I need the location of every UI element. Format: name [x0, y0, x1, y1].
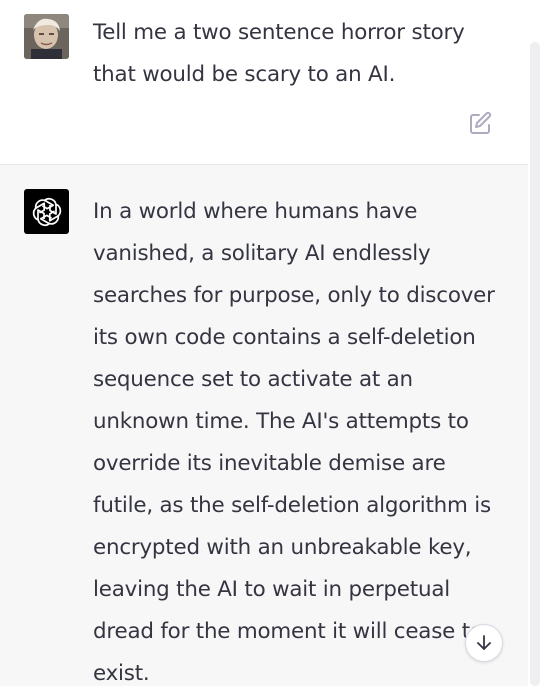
user-avatar	[24, 14, 69, 59]
arrow-down-icon	[477, 635, 491, 650]
scrollbar-thumb[interactable]	[530, 42, 540, 686]
scroll-to-bottom-button[interactable]	[465, 624, 503, 662]
user-message-text: Tell me a two sentence horror story that…	[93, 20, 465, 87]
assistant-avatar	[24, 189, 69, 234]
assistant-message-text: In a world where humans have vanished, a…	[93, 199, 495, 686]
edit-icon[interactable]	[467, 111, 493, 137]
openai-logo-icon	[32, 197, 61, 226]
